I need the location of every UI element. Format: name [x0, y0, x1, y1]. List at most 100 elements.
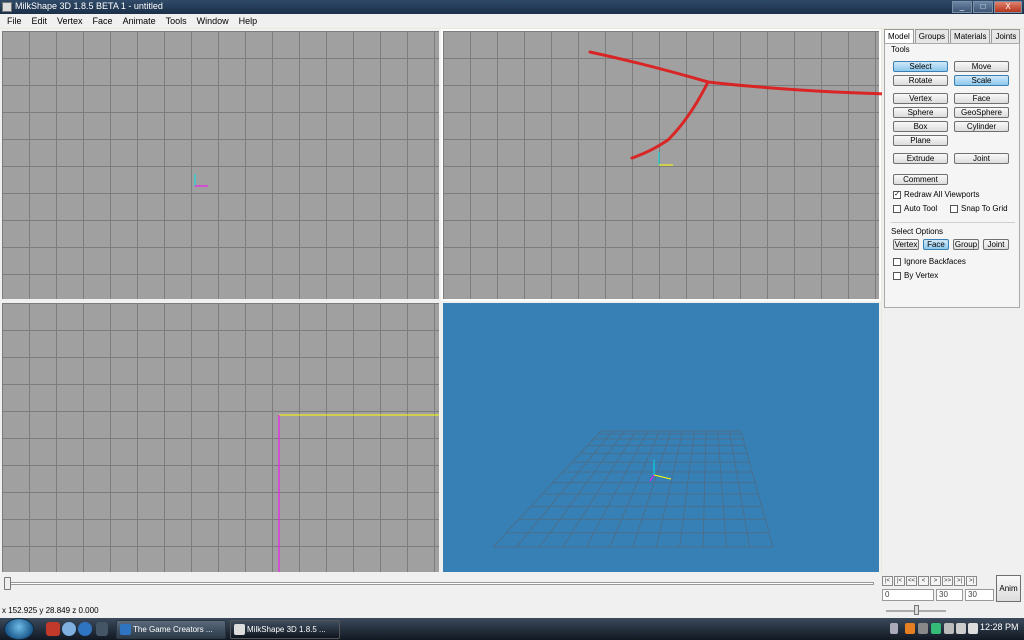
- scale-button[interactable]: Scale: [954, 75, 1009, 86]
- menu-file[interactable]: File: [2, 16, 27, 26]
- select-face-button[interactable]: Face: [923, 239, 949, 250]
- viewport-3d[interactable]: [441, 301, 881, 574]
- menu-help[interactable]: Help: [234, 16, 263, 26]
- tab-groups[interactable]: Groups: [914, 29, 950, 43]
- show-more-icon[interactable]: [96, 622, 108, 636]
- redraw-all-viewports-checkbox[interactable]: ✓ Redraw All Viewports: [893, 190, 979, 199]
- menu-vertex[interactable]: Vertex: [52, 16, 88, 26]
- extrude-button[interactable]: Extrude: [893, 153, 948, 164]
- cylinder-button[interactable]: Cylinder: [954, 121, 1009, 132]
- last-frame-button[interactable]: >|: [966, 576, 977, 586]
- face-button[interactable]: Face: [954, 93, 1009, 104]
- taskbar: The Game Creators ... MilkShape 3D 1.8.5…: [0, 618, 1024, 640]
- battery-icon[interactable]: [956, 623, 966, 634]
- divider: [891, 222, 1015, 223]
- grid-line: [728, 430, 751, 548]
- checkbox-box: [893, 271, 901, 280]
- window-title: MilkShape 3D 1.8.5 BETA 1 - untitled: [15, 1, 163, 11]
- taskbar-item-game-creators[interactable]: The Game Creators ...: [116, 620, 226, 639]
- grid-line: [679, 430, 695, 548]
- tab-joints[interactable]: Joints: [991, 29, 1021, 43]
- close-button[interactable]: X: [994, 1, 1022, 13]
- first-frame-button[interactable]: |<: [882, 576, 893, 586]
- axis-lines: [278, 414, 439, 572]
- checkbox-box: ✓: [893, 190, 901, 199]
- menu-window[interactable]: Window: [192, 16, 234, 26]
- menu-tools[interactable]: Tools: [161, 16, 192, 26]
- menu-face[interactable]: Face: [88, 16, 118, 26]
- taskbar-item-milkshape[interactable]: MilkShape 3D 1.8.5 ...: [230, 620, 340, 639]
- geosphere-button[interactable]: GeoSphere: [954, 107, 1009, 118]
- viewport-top-right[interactable]: [441, 29, 881, 301]
- previous-frame-button[interactable]: <: [918, 576, 929, 586]
- perspective-grid: [492, 430, 774, 548]
- current-frame-field[interactable]: 0: [882, 589, 934, 601]
- axis-gizmo: [194, 174, 208, 187]
- plane-button[interactable]: Plane: [893, 135, 948, 146]
- title-bar: MilkShape 3D 1.8.5 BETA 1 - untitled _ □…: [0, 0, 1024, 14]
- axis-gizmo-line: [649, 474, 655, 482]
- viewport-top-left[interactable]: [0, 29, 441, 301]
- anim-button[interactable]: Anim: [996, 575, 1021, 602]
- rewind-button[interactable]: <<: [906, 576, 917, 586]
- grid-line: [562, 430, 637, 548]
- grid-line: [515, 430, 614, 548]
- grid-line: [717, 430, 727, 548]
- app-icon: [2, 2, 12, 12]
- checkbox-box: [893, 204, 901, 213]
- select-group-button[interactable]: Group: [953, 239, 979, 250]
- end-frame-field[interactable]: 30: [936, 589, 963, 601]
- tray-monitor-icon[interactable]: [918, 623, 928, 634]
- ie-icon: [120, 624, 131, 635]
- grid-line: [492, 430, 602, 548]
- grid-line: [702, 430, 707, 548]
- start-button[interactable]: [4, 618, 34, 640]
- model-panel: Model Groups Materials Joints Tools Sele…: [882, 29, 1024, 574]
- tray-arrow-icon[interactable]: [890, 623, 898, 634]
- grid-line: [740, 430, 774, 548]
- comment-button[interactable]: Comment: [893, 174, 948, 185]
- total-frames-field[interactable]: 30: [965, 589, 994, 601]
- maximize-button[interactable]: □: [973, 1, 993, 13]
- joint-button[interactable]: Joint: [954, 153, 1009, 164]
- select-button[interactable]: Select: [893, 61, 948, 72]
- rotate-button[interactable]: Rotate: [893, 75, 948, 86]
- internet-explorer-icon[interactable]: [78, 622, 92, 636]
- tab-materials[interactable]: Materials: [950, 29, 991, 43]
- network-icon[interactable]: [944, 623, 954, 634]
- snap-to-grid-checkbox[interactable]: Snap To Grid: [950, 204, 1008, 213]
- fast-forward-button[interactable]: >>: [942, 576, 953, 586]
- first-key-button[interactable]: |<: [894, 576, 905, 586]
- timeline-slider-thumb[interactable]: [4, 577, 11, 590]
- vertex-button[interactable]: Vertex: [893, 93, 948, 104]
- tray-app-icon[interactable]: [905, 623, 915, 634]
- ignore-backfaces-checkbox[interactable]: Ignore Backfaces: [893, 257, 966, 266]
- by-vertex-checkbox[interactable]: By Vertex: [893, 271, 938, 280]
- auto-tool-checkbox[interactable]: Auto Tool: [893, 204, 937, 213]
- zoom-slider-thumb[interactable]: [914, 605, 919, 615]
- clock: 12:28 PM: [980, 622, 1019, 632]
- last-key-button[interactable]: >|: [954, 576, 965, 586]
- grid-line: [539, 430, 625, 548]
- move-button[interactable]: Move: [954, 61, 1009, 72]
- next-frame-button[interactable]: >: [930, 576, 941, 586]
- tray-device-icon[interactable]: [931, 623, 941, 634]
- menu-edit[interactable]: Edit: [27, 16, 53, 26]
- select-vertex-button[interactable]: Vertex: [893, 239, 919, 250]
- quicklaunch-app-icon[interactable]: [46, 622, 60, 636]
- sphere-button[interactable]: Sphere: [893, 107, 948, 118]
- timeline: |< |< << < > >> >| >| 0 30 30 Anim: [0, 574, 1024, 604]
- checkbox-box: [950, 204, 958, 213]
- volume-icon[interactable]: [968, 623, 978, 634]
- select-joint-button[interactable]: Joint: [983, 239, 1009, 250]
- minimize-button[interactable]: _: [952, 1, 972, 13]
- menu-bar: File Edit Vertex Face Animate Tools Wind…: [0, 14, 1024, 28]
- tab-model[interactable]: Model: [884, 29, 914, 44]
- menu-animate[interactable]: Animate: [118, 16, 161, 26]
- viewport-bottom-left[interactable]: [0, 301, 441, 574]
- timeline-track[interactable]: [8, 582, 874, 585]
- status-bar: x 152.925 y 28.849 z 0.000: [0, 604, 1024, 618]
- checkbox-box: [893, 257, 901, 266]
- quicklaunch-globe-icon[interactable]: [62, 622, 76, 636]
- box-button[interactable]: Box: [893, 121, 948, 132]
